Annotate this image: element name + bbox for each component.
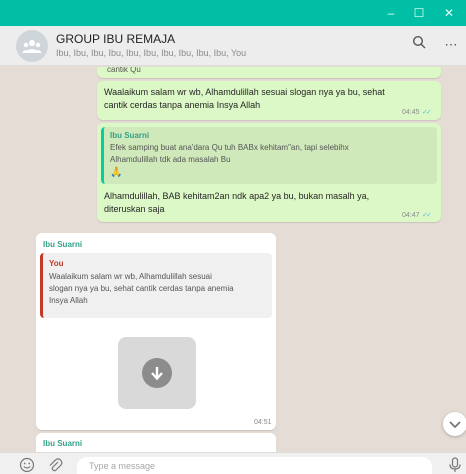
message-text-line: diteruskan saja [104,204,165,214]
message-time: 04:51 [254,419,272,426]
message-time: 04:47 [402,212,420,219]
group-members: Ibu, Ibu, Ibu, Ibu, Ibu, Ibu, Ibu, Ibu, … [56,48,247,58]
message-bubble-outgoing[interactable]: Waalaikum salam wr wb, Alhamdulillah ses… [97,81,441,120]
praying-hands-icon: 🙏 [110,167,123,178]
message-text-line: cantik cerdas tanpa anemia Insya Allah [104,100,261,110]
emoji-icon[interactable] [18,457,36,474]
message-input[interactable] [77,457,432,474]
chevron-down-icon [449,421,461,429]
sender-name[interactable]: Ibu Suarni [43,439,82,448]
search-icon[interactable] [408,34,430,56]
quoted-message[interactable]: You Waalaikum salam wr wb, Alhamdulillah… [40,253,272,318]
message-list[interactable]: cantik Qu Waalaikum salam wr wb, Alhamdu… [0,67,466,452]
message-time: 04:45 [402,109,420,116]
scroll-down-button[interactable] [443,412,466,436]
group-avatar[interactable] [16,30,48,62]
menu-icon[interactable]: ⋯ [440,34,462,56]
microphone-icon[interactable] [446,457,464,474]
sender-name[interactable]: Ibu Suarni [43,240,82,249]
message-text-line: Alhamdulillah, BAB kehitam2an ndk apa2 y… [104,191,370,201]
minimize-button[interactable]: – [376,0,406,26]
quoted-message[interactable]: Ibu Suarni Efek samping buat ana'dara Qu… [101,127,437,184]
message-partial-text: cantik Qu [107,67,141,74]
chat-header[interactable]: GROUP IBU REMAJA Ibu, Ibu, Ibu, Ibu, Ibu… [0,26,466,66]
maximize-button[interactable]: ☐ [404,0,434,26]
group-icon [22,40,42,53]
group-name[interactable]: GROUP IBU REMAJA [56,32,175,46]
attachment-placeholder[interactable] [118,337,196,409]
quoted-author: Ibu Suarni [110,131,150,140]
read-ticks-icon: ✓✓ [422,212,432,219]
read-ticks-icon: ✓✓ [422,109,432,116]
quoted-author: You [49,259,64,268]
close-button[interactable]: ✕ [434,0,464,26]
quoted-text-line: slogan nya ya bu, sehat cantik cerdas ta… [49,284,234,293]
message-bubble-outgoing[interactable]: cantik Qu [97,67,441,78]
window-titlebar: – ☐ ✕ [0,0,466,26]
message-bubble-outgoing[interactable]: Ibu Suarni Efek samping buat ana'dara Qu… [97,123,441,222]
paperclip-icon[interactable] [46,457,64,474]
quoted-text-line: Waalaikum salam wr wb, Alhamdulillah ses… [49,272,212,281]
message-composer [0,452,466,474]
message-bubble-incoming[interactable]: Ibu Suarni [36,433,276,452]
message-text-line: Waalaikum salam wr wb, Alhamdulillah ses… [104,87,385,97]
download-icon[interactable] [142,358,172,388]
quoted-text-line: Alhamdulillah tdk ada masalah Bu [110,155,231,164]
quoted-text-line: Insya Allah [49,296,88,305]
quoted-text-line: Efek samping buat ana'dara Qu tuh BABx k… [110,143,349,152]
